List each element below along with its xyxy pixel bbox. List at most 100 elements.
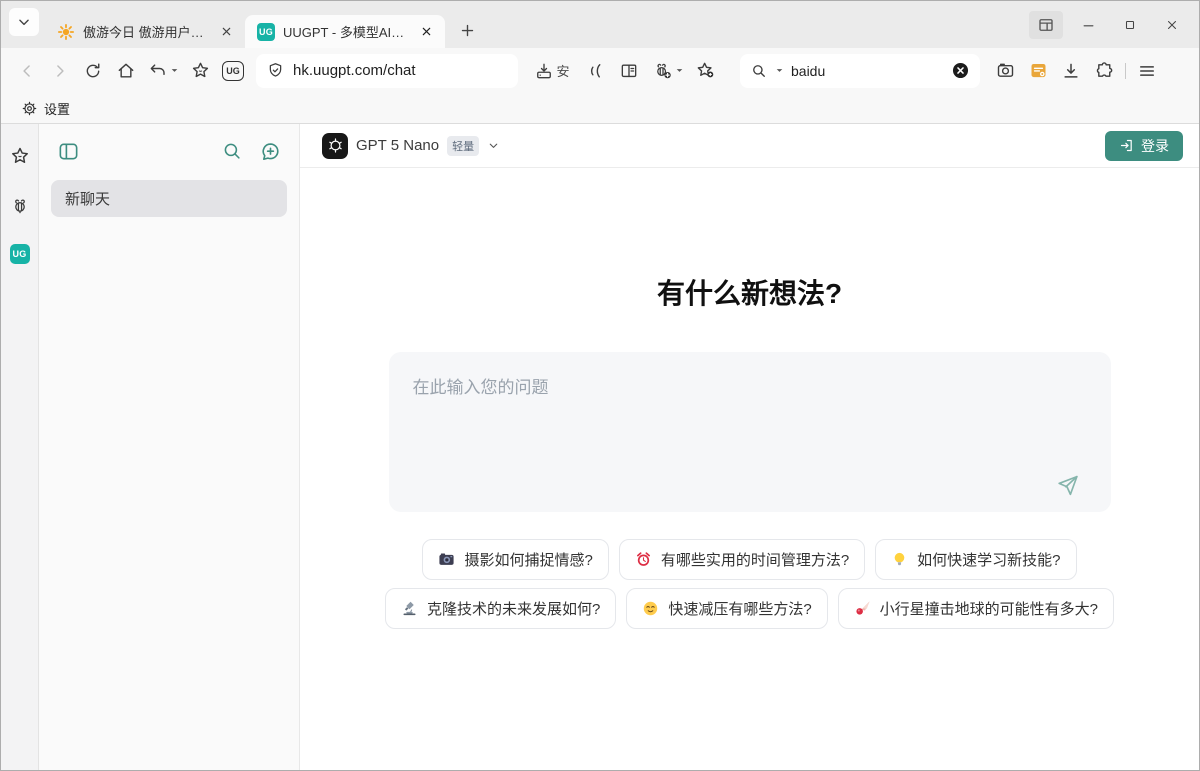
minimize-button[interactable]: [1071, 11, 1105, 39]
rail-uugpt-button[interactable]: UG: [10, 244, 30, 264]
ug-outline-icon: UG: [222, 61, 244, 81]
open-book-icon: [619, 61, 639, 81]
chat-header: GPT 5 Nano 轻量 登录: [300, 124, 1199, 168]
send-button[interactable]: [1053, 470, 1083, 500]
search-box[interactable]: baidu: [740, 54, 980, 88]
gear-icon: [21, 100, 38, 117]
maxthon-account-button[interactable]: UG: [217, 56, 249, 86]
chat-main: GPT 5 Nano 轻量 登录 有什么新想法?: [300, 124, 1199, 770]
chip-label: 有哪些实用的时间管理方法?: [661, 549, 849, 570]
address-bar[interactable]: hk.uugpt.com/chat: [256, 54, 518, 88]
search-engine-dropdown-icon[interactable]: [776, 67, 783, 74]
window-controls: [1029, 11, 1189, 39]
screenshot-button[interactable]: [989, 56, 1021, 86]
bee-collect-button[interactable]: [646, 56, 688, 86]
close-window-button[interactable]: [1155, 11, 1189, 39]
notes-button[interactable]: [1022, 56, 1054, 86]
suggestion-chip[interactable]: 如何快速学习新技能?: [875, 539, 1076, 580]
tab-close-icon[interactable]: [418, 23, 435, 41]
home-icon: [116, 61, 136, 81]
browser-window: 傲游今日 傲游用户专属 UG UUGPT - 多模型AI对话: [0, 0, 1200, 771]
tab-strip: 傲游今日 傲游用户专属 UG UUGPT - 多模型AI对话: [1, 1, 1199, 48]
search-icon: [221, 140, 243, 162]
page-title: 有什么新想法?: [657, 272, 842, 312]
suggestion-chip[interactable]: 克隆技术的未来发展如何?: [385, 588, 616, 629]
chat-sidebar-header: [51, 138, 287, 164]
search-chats-button[interactable]: [219, 138, 245, 164]
undo-dropdown-icon: [171, 67, 178, 74]
rail-bee-notes-button[interactable]: [8, 194, 32, 218]
puzzle-icon: [1094, 60, 1115, 81]
maximize-icon: [1123, 18, 1137, 32]
tab-maxthon-today[interactable]: 傲游今日 傲游用户专属: [45, 15, 245, 48]
paper-plane-icon: [1055, 473, 1080, 498]
split-screen-button[interactable]: [1029, 11, 1063, 39]
read-aloud-icon: [586, 61, 606, 81]
comet-icon: [854, 600, 871, 617]
navigation-toolbar: UG hk.uugpt.com/chat 安 baidu: [1, 48, 1199, 93]
bee-icon: [652, 60, 674, 82]
bee-icon: [9, 195, 31, 217]
tab-label: UUGPT - 多模型AI对话: [283, 22, 410, 41]
bookmark-settings[interactable]: 设置: [13, 96, 78, 121]
sidebar-panel-icon: [57, 140, 80, 163]
search-value[interactable]: baidu: [791, 63, 943, 79]
split-screen-icon: [1037, 16, 1055, 34]
uugpt-favicon: UG: [257, 23, 275, 41]
reader-mode-button[interactable]: [613, 56, 645, 86]
login-icon: [1119, 138, 1134, 153]
collapse-sidebar-button[interactable]: [55, 138, 81, 164]
relieved-face-icon: [642, 600, 659, 617]
safe-download-button[interactable]: 安: [525, 56, 579, 86]
chat-sidebar: 新聊天: [39, 124, 300, 770]
suggestion-chip[interactable]: 快速减压有哪些方法?: [626, 588, 827, 629]
suggestion-chip[interactable]: 摄影如何捕捉情感?: [422, 539, 608, 580]
tab-list-dropdown-button[interactable]: [9, 8, 39, 36]
chip-label: 摄影如何捕捉情感?: [464, 549, 592, 570]
model-badge: 轻量: [447, 136, 479, 156]
login-label: 登录: [1141, 136, 1169, 156]
forward-button[interactable]: [44, 56, 76, 86]
shield-check-icon: [266, 61, 285, 80]
back-button[interactable]: [11, 56, 43, 86]
clear-search-icon[interactable]: [951, 61, 970, 80]
chat-body: 有什么新想法? 摄影如何捕捉情感?: [300, 168, 1199, 770]
search-icon: [750, 62, 768, 80]
rail-favorites-button[interactable]: [8, 144, 32, 168]
home-button[interactable]: [110, 56, 142, 86]
plus-icon: [460, 23, 475, 38]
tab-close-icon[interactable]: [218, 23, 235, 41]
chevron-down-icon: [17, 15, 31, 29]
close-icon: [1165, 18, 1179, 32]
add-favorite-button[interactable]: [689, 56, 721, 86]
downloads-button[interactable]: [1055, 56, 1087, 86]
prompt-input[interactable]: [389, 352, 1111, 512]
new-chat-button[interactable]: [257, 138, 283, 164]
login-button[interactable]: 登录: [1105, 131, 1183, 161]
menu-button[interactable]: [1131, 56, 1163, 86]
chat-list-item-new[interactable]: 新聊天: [51, 180, 287, 217]
maximize-button[interactable]: [1113, 11, 1147, 39]
read-aloud-button[interactable]: [580, 56, 612, 86]
undo-button[interactable]: [143, 56, 183, 86]
new-tab-button[interactable]: [453, 16, 481, 44]
suggestion-chips: 摄影如何捕捉情感? 有哪些实用的时间管理方法? 如何快速学习新技能?: [380, 539, 1120, 629]
bookmark-label: 设置: [44, 99, 70, 118]
favorites-button[interactable]: [184, 56, 216, 86]
browser-side-rail: UG: [1, 124, 39, 770]
camera-icon: [995, 60, 1016, 81]
chip-label: 小行星撞击地球的可能性有多大?: [880, 598, 1098, 619]
suggestion-chip[interactable]: 小行星撞击地球的可能性有多大?: [838, 588, 1114, 629]
refresh-button[interactable]: [77, 56, 109, 86]
hamburger-menu-icon: [1137, 61, 1157, 81]
model-selector[interactable]: GPT 5 Nano 轻量: [316, 129, 506, 163]
alarm-clock-icon: [635, 551, 652, 568]
chip-label: 快速减压有哪些方法?: [668, 598, 811, 619]
maxthon-sun-icon: [57, 23, 75, 41]
star-icon: [190, 60, 211, 81]
safe-download-label: 安: [556, 61, 569, 80]
tab-uugpt[interactable]: UG UUGPT - 多模型AI对话: [245, 15, 445, 48]
note-icon: [1028, 60, 1049, 81]
suggestion-chip[interactable]: 有哪些实用的时间管理方法?: [619, 539, 865, 580]
extensions-button[interactable]: [1088, 56, 1120, 86]
